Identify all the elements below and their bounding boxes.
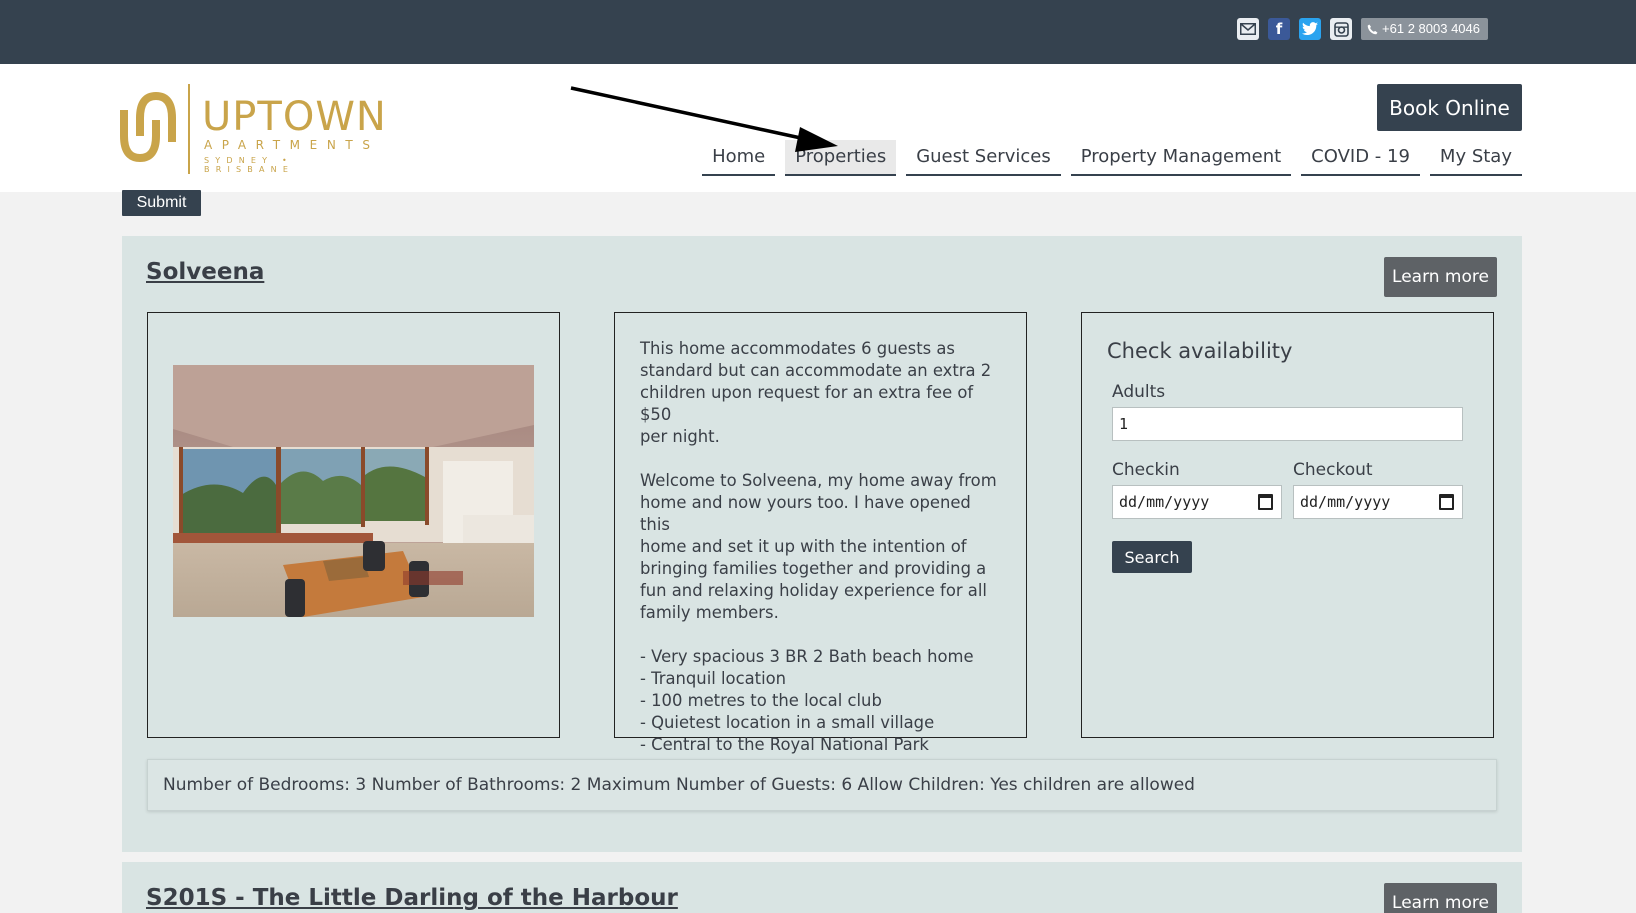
checkin-label: Checkin xyxy=(1112,460,1180,480)
facebook-icon[interactable]: f xyxy=(1268,18,1291,40)
property-title[interactable]: Solveena xyxy=(146,259,264,285)
book-online-button[interactable]: Book Online xyxy=(1377,84,1522,131)
site-header: UPTOWN APARTMENTS SYDNEY • BRISBANE Book… xyxy=(0,64,1636,192)
availability-title: Check availability xyxy=(1107,339,1293,363)
nav-my-stay[interactable]: My Stay xyxy=(1429,140,1522,176)
learn-more-button[interactable]: Learn more xyxy=(1384,883,1497,913)
checkout-date-input[interactable]: dd/mm/yyyy xyxy=(1293,485,1463,519)
twitter-icon[interactable] xyxy=(1299,18,1322,40)
nav-home[interactable]: Home xyxy=(702,140,776,176)
logo-cities: SYDNEY • BRISBANE xyxy=(204,156,295,174)
property-photo[interactable] xyxy=(173,365,534,617)
property-card: S201S - The Little Darling of the Harbou… xyxy=(122,862,1522,913)
submit-button[interactable]: Submit xyxy=(122,190,201,216)
learn-more-button[interactable]: Learn more xyxy=(1384,257,1497,297)
nav-properties[interactable]: Properties xyxy=(785,140,897,176)
property-photo-panel xyxy=(147,312,560,738)
checkin-date-value: dd/mm/yyyy xyxy=(1119,493,1210,511)
nav-covid-19[interactable]: COVID - 19 xyxy=(1301,140,1420,176)
checkin-date-input[interactable]: dd/mm/yyyy xyxy=(1112,485,1282,519)
property-title[interactable]: S201S - The Little Darling of the Harbou… xyxy=(146,885,678,911)
availability-panel: Check availability Adults 1 Checkin dd/m… xyxy=(1081,312,1494,738)
property-specs: Number of Bedrooms: 3 Number of Bathroom… xyxy=(147,759,1497,811)
description-paragraph: This home accommodates 6 guests as stand… xyxy=(640,339,992,446)
property-description-panel: This home accommodates 6 guests as stand… xyxy=(614,312,1027,754)
uptown-logo[interactable]: UPTOWN APARTMENTS SYDNEY • BRISBANE xyxy=(120,80,386,176)
phone-number: +61 2 8003 4046 xyxy=(1382,21,1480,36)
social-icons: f +61 2 8003 4046 xyxy=(1237,18,1488,40)
top-bar: f +61 2 8003 4046 xyxy=(0,0,1636,64)
phone-badge[interactable]: +61 2 8003 4046 xyxy=(1361,18,1488,40)
property-description: This home accommodates 6 guests as stand… xyxy=(640,338,1002,778)
logo-subtitle: APARTMENTS xyxy=(204,138,380,152)
instagram-icon[interactable] xyxy=(1330,18,1353,40)
description-paragraph: Welcome to Solveena, my home away from h… xyxy=(640,471,997,622)
calendar-icon[interactable] xyxy=(1258,494,1273,510)
calendar-icon[interactable] xyxy=(1439,494,1454,510)
checkout-date-value: dd/mm/yyyy xyxy=(1300,493,1391,511)
mail-icon[interactable] xyxy=(1237,18,1260,40)
checkout-label: Checkout xyxy=(1293,460,1373,480)
adults-input[interactable]: 1 xyxy=(1112,407,1463,441)
nav-property-management[interactable]: Property Management xyxy=(1070,140,1292,176)
logo-mark-icon xyxy=(120,84,190,174)
logo-wordmark: UPTOWN xyxy=(202,94,387,140)
main-nav: Home Properties Guest Services Property … xyxy=(702,140,1522,176)
property-card: Solveena Learn more This home accommodat… xyxy=(122,236,1522,852)
description-features: - Very spacious 3 BR 2 Bath beach home -… xyxy=(640,647,974,754)
search-button[interactable]: Search xyxy=(1112,541,1192,573)
nav-guest-services[interactable]: Guest Services xyxy=(906,140,1061,176)
adults-label: Adults xyxy=(1112,382,1166,402)
phone-icon xyxy=(1367,24,1378,34)
